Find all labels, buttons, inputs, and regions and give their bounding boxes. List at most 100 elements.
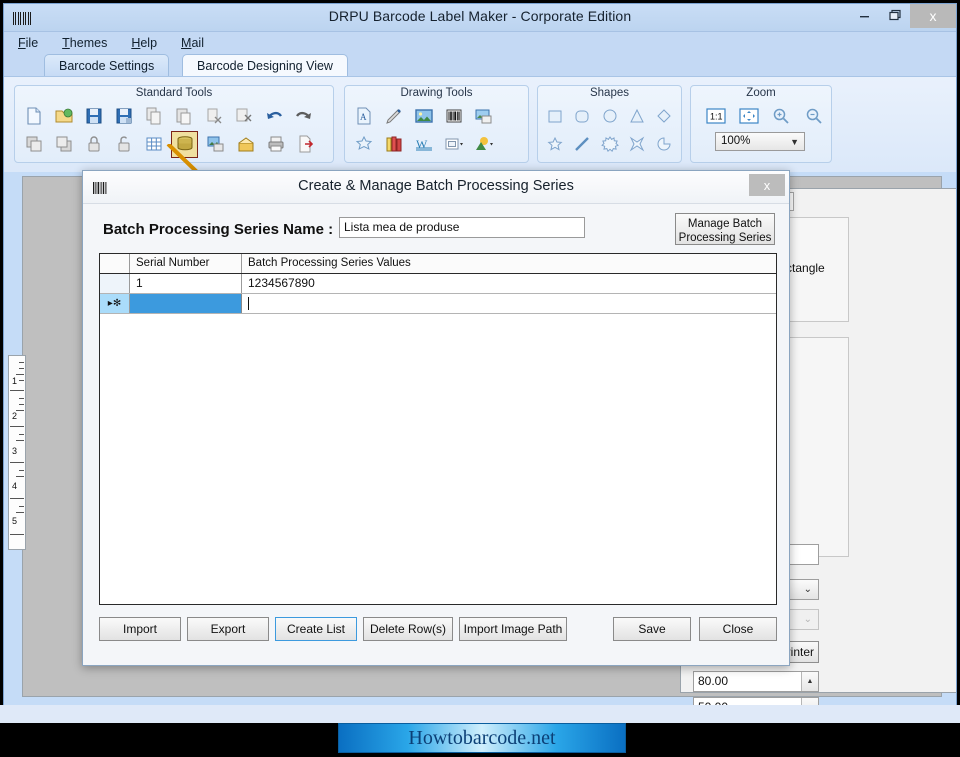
exit-icon[interactable]	[293, 132, 318, 157]
picture-icon[interactable]	[411, 104, 436, 129]
export-button[interactable]: Export	[187, 617, 269, 641]
fit-to-window-icon[interactable]	[738, 104, 761, 129]
group-title-standard-tools: Standard Tools	[135, 87, 213, 99]
row-serial-cell[interactable]: 1	[130, 274, 242, 293]
zoom-in-icon[interactable]	[770, 104, 793, 129]
grid-icon[interactable]	[141, 132, 166, 157]
library-icon[interactable]	[381, 132, 406, 157]
window-titlebar: DRPU Barcode Label Maker - Corporate Edi…	[4, 4, 956, 32]
email-icon[interactable]	[233, 132, 258, 157]
new-document-icon[interactable]	[21, 104, 46, 129]
height-spinner[interactable]: 50.00 ▲▼	[693, 697, 819, 705]
menu-item-mail[interactable]: Mail	[181, 36, 204, 50]
watermark-icon[interactable]: W	[411, 132, 436, 157]
group-title-drawing-tools: Drawing Tools	[400, 87, 473, 99]
table-row-new[interactable]: ▸✻	[100, 294, 776, 314]
grid-header-row: Serial Number Batch Processing Series Va…	[100, 254, 776, 274]
menu-item-themes[interactable]: Themes	[62, 36, 107, 50]
group-title-zoom: Zoom	[746, 87, 776, 99]
save-button[interactable]: Save	[613, 617, 691, 641]
grid-header-serial-number: Serial Number	[130, 254, 242, 273]
triangle-shape-icon[interactable]	[626, 104, 648, 129]
row-selector-cell[interactable]	[100, 274, 130, 293]
zoom-level-value: 100%	[721, 135, 751, 147]
batch-series-icon[interactable]	[171, 130, 198, 158]
frame-dropdown-icon[interactable]	[441, 132, 466, 157]
width-spinner[interactable]: 80.00 ▲▼	[693, 671, 819, 704]
window-title: DRPU Barcode Label Maker - Corporate Edi…	[328, 8, 632, 24]
send-to-back-icon[interactable]	[51, 132, 76, 157]
unlock-icon[interactable]	[111, 132, 136, 157]
tab-barcode-settings[interactable]: Barcode Settings	[44, 54, 170, 76]
image-frame-icon[interactable]	[471, 104, 496, 129]
star-shape-icon[interactable]	[351, 132, 376, 157]
ruler-mark-2: 2	[12, 411, 18, 421]
save-icon[interactable]	[81, 104, 106, 129]
lock-icon[interactable]	[81, 132, 106, 157]
ribbon-group-standard-tools: Standard Tools	[14, 85, 334, 163]
dialog-title: Create & Manage Batch Processing Series	[298, 178, 574, 194]
ruler-mark-4: 4	[12, 481, 18, 491]
tab-barcode-designing-view[interactable]: Barcode Designing View	[182, 54, 348, 76]
paste-icon[interactable]	[171, 104, 196, 129]
cut-icon[interactable]	[201, 104, 226, 129]
create-list-button[interactable]: Create List	[275, 617, 357, 641]
delete-icon[interactable]	[231, 104, 256, 129]
copy-icon[interactable]	[141, 104, 166, 129]
zoom-level-combobox[interactable]: 100% ▼	[715, 132, 805, 151]
circle-shape-icon[interactable]	[598, 104, 620, 129]
grid-header-series-values: Batch Processing Series Values	[248, 257, 411, 269]
spinner-arrows-icon[interactable]: ▲▼	[801, 698, 818, 705]
export-image-icon[interactable]	[203, 132, 228, 157]
zoom-out-icon[interactable]	[803, 104, 826, 129]
dialog-close-button[interactable]: x	[749, 174, 785, 196]
restore-button[interactable]	[880, 4, 910, 26]
barcode-icon[interactable]	[441, 104, 466, 129]
manage-batch-processing-series-button[interactable]: Manage Batch Processing Series	[675, 213, 775, 245]
bring-to-front-icon[interactable]	[21, 132, 46, 157]
close-button[interactable]: x	[910, 4, 956, 28]
print-icon[interactable]	[263, 132, 288, 157]
row-value-cell[interactable]: 1234567890	[242, 274, 776, 293]
undo-icon[interactable]	[261, 104, 286, 129]
series-values-grid[interactable]: Serial Number Batch Processing Series Va…	[99, 253, 777, 605]
zoom-tools-row: 1:1	[697, 102, 825, 130]
standard-tools-row-2	[21, 130, 327, 158]
menu-item-file[interactable]: FFileile	[18, 36, 38, 50]
close-dialog-button[interactable]: Close	[699, 617, 777, 641]
import-image-path-button[interactable]: Import Image Path	[459, 617, 567, 641]
pencil-icon[interactable]	[381, 104, 406, 129]
delete-rows-button[interactable]: Delete Row(s)	[363, 617, 453, 641]
table-row[interactable]: 1 1234567890	[100, 274, 776, 294]
new-row-serial-cell[interactable]	[130, 294, 242, 313]
series-name-input[interactable]: Lista mea de produse	[339, 217, 585, 238]
square-shape-icon[interactable]	[544, 104, 566, 129]
open-folder-icon[interactable]	[51, 104, 76, 129]
tab-strip: Barcode Settings Barcode Designing View	[4, 54, 956, 76]
burst-shape-icon[interactable]	[598, 132, 620, 157]
new-row-value-cell[interactable]	[242, 294, 776, 313]
grid-header-selector	[100, 254, 130, 273]
four-point-star-icon[interactable]	[626, 132, 648, 157]
chevron-down-icon: ▼	[790, 137, 799, 147]
menu-item-help[interactable]: Help	[131, 36, 157, 50]
svg-text:1:1: 1:1	[710, 112, 723, 122]
ruler-mark-5: 5	[12, 516, 18, 526]
diamond-shape-icon[interactable]	[653, 104, 675, 129]
manage-button-line-2: Processing Series	[678, 232, 772, 244]
pie-shape-icon[interactable]	[653, 132, 675, 157]
rounded-rect-shape-icon[interactable]	[571, 104, 593, 129]
redo-icon[interactable]	[291, 104, 316, 129]
new-row-selector-cell[interactable]: ▸✻	[100, 294, 130, 313]
screenshot-root: DRPU Barcode Label Maker - Corporate Edi…	[0, 0, 960, 757]
text-icon[interactable]: A	[351, 104, 376, 129]
line-shape-icon[interactable]	[571, 132, 593, 157]
star5-shape-icon[interactable]	[544, 132, 566, 157]
actual-size-icon[interactable]: 1:1	[705, 104, 728, 129]
minimize-button[interactable]	[850, 4, 880, 26]
import-button[interactable]: Import	[99, 617, 181, 641]
ribbon-toolbar: Standard Tools Drawing Tools A W Shapes …	[4, 76, 956, 172]
shape-dropdown-icon[interactable]	[471, 132, 496, 157]
spinner-arrows-icon[interactable]: ▲▼	[801, 672, 818, 704]
save-as-icon[interactable]	[111, 104, 136, 129]
